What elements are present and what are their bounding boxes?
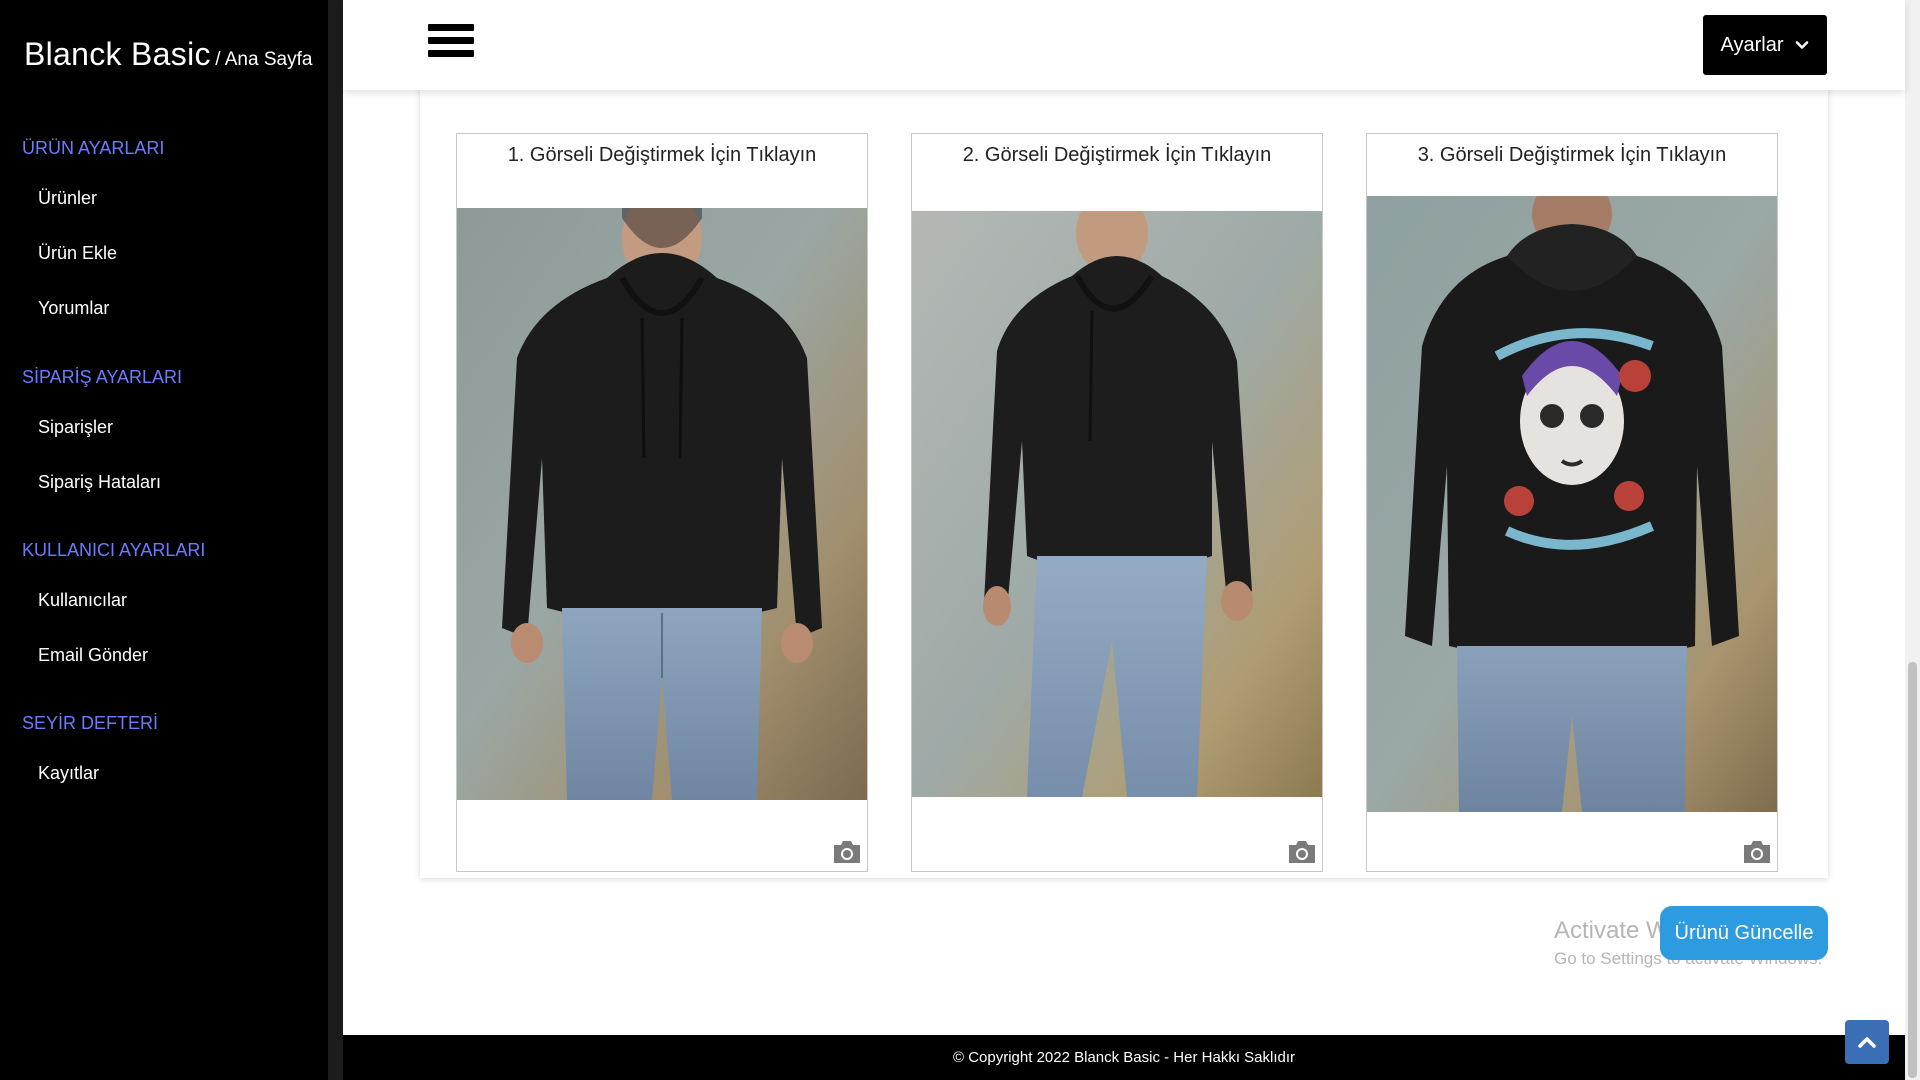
- product-photo-back: [1367, 196, 1777, 812]
- image-slot-title: 3. Görseli Değiştirmek İçin Tıklayın: [1417, 144, 1727, 166]
- sidebar-edge: [328, 0, 343, 1080]
- product-images-card: 1. Görseli Değiştirmek İçin Tıklayın 2. …: [420, 40, 1828, 878]
- camera-icon[interactable]: [1741, 839, 1773, 865]
- chevron-down-icon: [1795, 41, 1808, 49]
- camera-icon[interactable]: [831, 839, 863, 865]
- chevron-up-icon: [1858, 1037, 1876, 1048]
- breadcrumb: / Ana Sayfa: [215, 49, 313, 70]
- camera-icon[interactable]: [1286, 839, 1318, 865]
- sidebar-item-orders[interactable]: Siparişler: [38, 417, 113, 438]
- hamburger-menu-icon[interactable]: [428, 24, 474, 64]
- sidebar-item-reviews[interactable]: Yorumlar: [38, 298, 109, 319]
- sidebar-item-products[interactable]: Ürünler: [38, 188, 97, 209]
- product-photo-side: [912, 211, 1322, 797]
- nav-section-product-settings: ÜRÜN AYARLARI: [22, 138, 165, 158]
- settings-dropdown-button[interactable]: Ayarlar: [1703, 15, 1827, 75]
- sidebar-item-order-errors[interactable]: Sipariş Hataları: [38, 472, 161, 493]
- sidebar-item-send-email[interactable]: Email Gönder: [38, 645, 148, 666]
- brand-name: Blanck Basic: [24, 36, 211, 72]
- nav-section-user-settings: KULLANICI AYARLARI: [22, 540, 206, 560]
- sidebar: Blanck Basic / Ana Sayfa ÜRÜN AYARLARI Ü…: [0, 0, 328, 1080]
- nav-section-logbook: SEYİR DEFTERİ: [22, 713, 159, 733]
- image-slot-2[interactable]: 2. Görseli Değiştirmek İçin Tıklayın: [911, 133, 1323, 872]
- top-header: Ayarlar: [343, 0, 1905, 90]
- sidebar-item-users[interactable]: Kullanıcılar: [38, 590, 127, 611]
- scrollbar-thumb[interactable]: [1908, 662, 1917, 1078]
- sidebar-item-logs[interactable]: Kayıtlar: [38, 763, 99, 784]
- settings-label: Ayarlar: [1720, 33, 1784, 56]
- product-photo-front: [457, 208, 867, 800]
- image-slot-1[interactable]: 1. Görseli Değiştirmek İçin Tıklayın: [456, 133, 868, 872]
- nav-section-order-settings: SİPARİŞ AYARLARI: [22, 367, 183, 387]
- image-slot-title: 2. Görseli Değiştirmek İçin Tıklayın: [962, 144, 1272, 166]
- image-slot-3[interactable]: 3. Görseli Değiştirmek İçin Tıklayın: [1366, 133, 1778, 872]
- sidebar-item-add-product[interactable]: Ürün Ekle: [38, 243, 117, 264]
- footer: © Copyright 2022 Blanck Basic - Her Hakk…: [343, 1035, 1905, 1080]
- update-product-button[interactable]: Ürünü Güncelle: [1660, 906, 1828, 960]
- page-scrollbar[interactable]: [1905, 0, 1920, 1080]
- copyright-text: © Copyright 2022 Blanck Basic - Her Hakk…: [952, 1049, 1296, 1066]
- image-slot-title: 1. Görseli Değiştirmek İçin Tıklayın: [507, 144, 817, 166]
- brand[interactable]: Blanck Basic / Ana Sayfa: [24, 36, 312, 73]
- back-to-top-button[interactable]: [1845, 1020, 1889, 1064]
